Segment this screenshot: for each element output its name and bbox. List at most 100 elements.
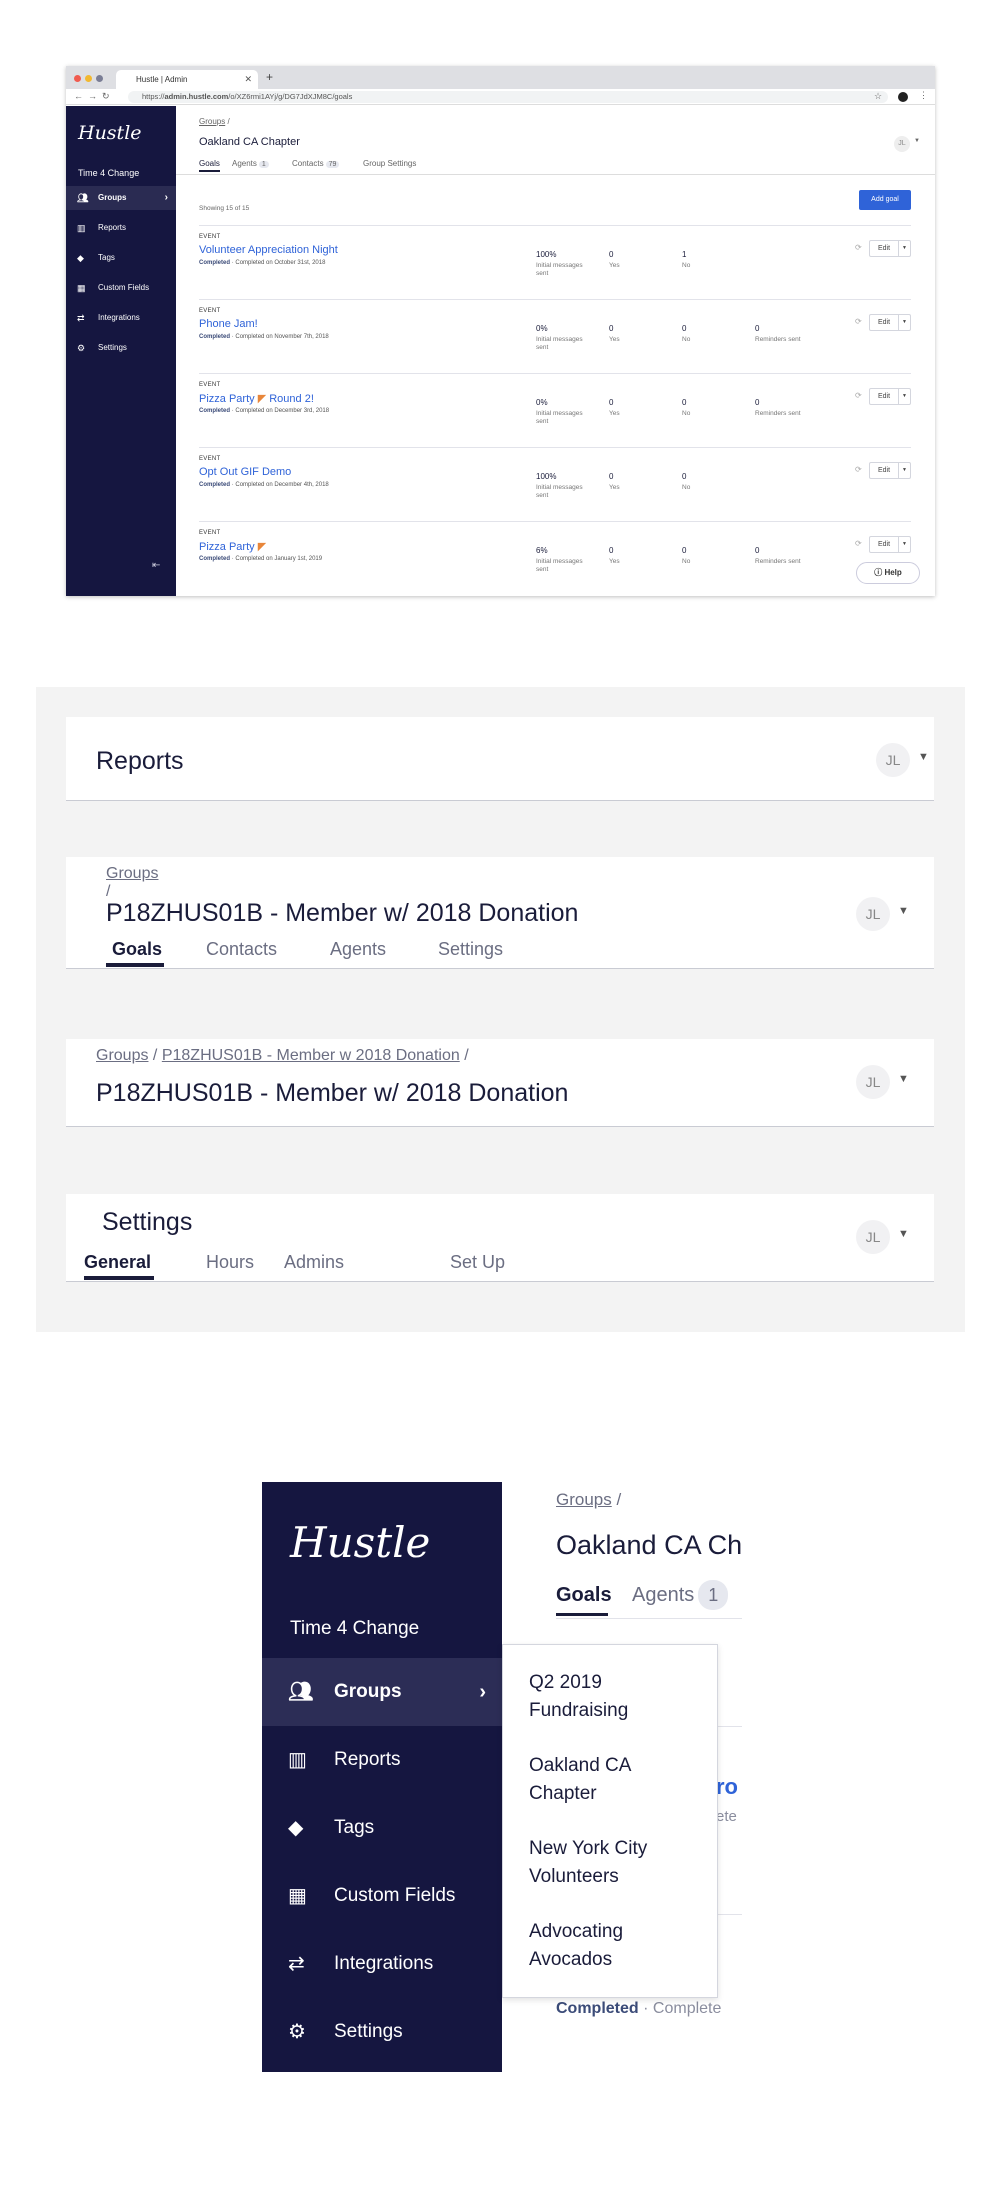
tab-set-up[interactable]: Set Up <box>450 1252 505 1273</box>
breadcrumb-separator: / <box>616 1490 622 1509</box>
new-tab-icon[interactable]: + <box>266 70 273 84</box>
chevron-right-icon: › <box>164 192 168 203</box>
caret-down-icon[interactable]: ▼ <box>898 389 910 404</box>
stat-no: 1 No <box>682 250 690 270</box>
goal-name-link[interactable]: Phone Jam! <box>199 318 258 330</box>
tab-contacts[interactable]: Contacts <box>206 939 277 960</box>
caret-down-icon[interactable]: ▼ <box>898 241 910 256</box>
avatar[interactable]: JL <box>856 1065 890 1099</box>
goal-name-link[interactable]: Volunteer Appreciation Night <box>199 244 338 256</box>
back-icon[interactable]: ← <box>74 91 83 101</box>
sidebar-item-integrations[interactable]: ⇄ Integrations <box>262 1930 502 1998</box>
settings-header: Settings JL ▼ General Hours Admins Set U… <box>66 1194 934 1282</box>
edit-button[interactable]: Edit ▼ <box>869 462 911 479</box>
browser-tab[interactable]: Hustle | Admin ✕ <box>116 70 258 89</box>
status-label: Completed <box>199 334 231 340</box>
sidebar-item-settings[interactable]: ⚙ Settings <box>262 1998 502 2066</box>
sidebar-item-reports[interactable]: ▥ Reports <box>262 1726 502 1794</box>
bookmark-star-icon[interactable]: ☆ <box>874 91 882 102</box>
sidebar-item-tags[interactable]: ◆ Tags <box>262 1794 502 1862</box>
caret-down-icon[interactable]: ▼ <box>898 463 910 478</box>
bar-chart-icon: ▥ <box>77 223 86 233</box>
caret-down-icon[interactable]: ▼ <box>898 315 910 330</box>
refresh-icon[interactable]: ⟳ <box>855 539 862 548</box>
maximize-window-dot[interactable] <box>96 75 103 82</box>
separator: · <box>231 334 234 340</box>
tab-agents[interactable]: Agents 1 <box>632 1580 729 1610</box>
forward-icon[interactable]: → <box>88 91 97 101</box>
caret-down-icon[interactable]: ▼ <box>918 751 929 763</box>
goal-name-link[interactable]: Pizza Party ◤ <box>199 540 266 553</box>
minimize-window-dot[interactable] <box>85 75 92 82</box>
refresh-icon[interactable]: ⟳ <box>855 317 862 326</box>
dropdown-item-group[interactable]: New York City Volunteers <box>529 1835 699 1891</box>
refresh-icon[interactable]: ⟳ <box>855 243 862 252</box>
avatar[interactable]: JL <box>894 136 910 152</box>
close-window-dot[interactable] <box>74 75 81 82</box>
stat-label: Initial messages <box>536 410 583 417</box>
sidebar-item-groups[interactable]: 👥︎ Groups › <box>66 186 176 210</box>
refresh-icon[interactable]: ⟳ <box>855 465 862 474</box>
sidebar-item-integrations[interactable]: ⇄ Integrations <box>66 306 176 330</box>
avatar[interactable]: JL <box>876 743 910 777</box>
caret-down-icon[interactable]: ▼ <box>898 905 909 917</box>
sidebar-item-settings[interactable]: ⚙ Settings <box>66 336 176 360</box>
collapse-sidebar-icon[interactable]: ⇤ <box>152 560 160 571</box>
edit-button[interactable]: Edit ▼ <box>869 536 911 553</box>
sidebar-item-reports[interactable]: ▥ Reports <box>66 216 176 240</box>
avatar[interactable]: JL <box>856 897 890 931</box>
goal-type: EVENT <box>199 234 221 240</box>
tab-label: Agents <box>232 159 257 168</box>
breadcrumb-groups-link[interactable]: Groups <box>556 1490 612 1509</box>
stat-value: 0 <box>609 546 614 555</box>
stat-value: 0% <box>536 324 548 333</box>
breadcrumb-groups-link[interactable]: Groups <box>106 865 158 882</box>
tab-agents[interactable]: Agents 1 <box>232 159 269 168</box>
sidebar-item-groups[interactable]: 👥︎ Groups › <box>262 1658 502 1726</box>
breadcrumb-groups-link[interactable]: Groups <box>96 1047 148 1064</box>
help-button[interactable]: ⓘ Help <box>856 562 920 584</box>
dropdown-item-group[interactable]: Advocating Avocados <box>529 1918 699 1974</box>
tab-hours[interactable]: Hours <box>206 1252 254 1273</box>
edit-button[interactable]: Edit ▼ <box>869 314 911 331</box>
breadcrumb-groups-link[interactable]: Groups <box>199 117 225 126</box>
address-bar[interactable]: https://admin.hustle.com/o/XZ6rmi1AYj/g/… <box>128 91 888 103</box>
sidebar-item-label: Groups <box>98 193 127 202</box>
tab-contacts[interactable]: Contacts 79 <box>292 159 340 168</box>
refresh-icon[interactable]: ⟳ <box>855 391 862 400</box>
sidebar-item-custom-fields[interactable]: ▦ Custom Fields <box>262 1862 502 1930</box>
goal-name-link[interactable]: Pizza Party ◤ Round 2! <box>199 392 314 405</box>
tab-general[interactable]: General <box>84 1252 151 1273</box>
caret-down-icon[interactable]: ▼ <box>914 138 920 144</box>
sidebar-item-label: Integrations <box>98 313 140 322</box>
tab-goals[interactable]: Goals <box>112 939 162 960</box>
tab-agents[interactable]: Agents <box>330 939 386 960</box>
tab-settings[interactable]: Settings <box>438 939 503 960</box>
caret-down-icon[interactable]: ▼ <box>898 1228 909 1240</box>
sidebar-item-custom-fields[interactable]: ▦ Custom Fields <box>66 276 176 300</box>
tab-admins[interactable]: Admins <box>284 1252 344 1273</box>
browser-menu-icon[interactable]: ⋮ <box>919 90 928 101</box>
avatar[interactable]: JL <box>856 1220 890 1254</box>
profile-avatar[interactable] <box>898 92 908 102</box>
stat-value: 0 <box>755 324 760 333</box>
add-goal-button[interactable]: Add goal <box>859 190 911 210</box>
reload-icon[interactable]: ↻ <box>102 91 110 102</box>
dropdown-item-group[interactable]: Oakland CA Chapter <box>529 1752 699 1808</box>
sidebar-item-tags[interactable]: ◆ Tags <box>66 246 176 270</box>
tab-goals[interactable]: Goals <box>556 1584 612 1607</box>
stat-value: 0% <box>536 398 548 407</box>
breadcrumb-group-link[interactable]: P18ZHUS01B - Member w 2018 Donation <box>162 1047 460 1064</box>
url-path: /o/XZ6rmi1AYj/g/DG7JdXJM8C/goals <box>228 92 353 101</box>
goal-name-link[interactable]: Opt Out GIF Demo <box>199 466 291 478</box>
goal-name-link[interactable]: ro <box>716 1774 738 1800</box>
tab-group-settings[interactable]: Group Settings <box>363 159 416 168</box>
edit-button[interactable]: Edit ▼ <box>869 240 911 257</box>
tab-close-icon[interactable]: ✕ <box>244 70 252 89</box>
goal-type: EVENT <box>199 308 221 314</box>
edit-button[interactable]: Edit ▼ <box>869 388 911 405</box>
dropdown-item-group[interactable]: Q2 2019 Fundraising <box>529 1669 699 1725</box>
caret-down-icon[interactable]: ▼ <box>898 1073 909 1085</box>
caret-down-icon[interactable]: ▼ <box>898 537 910 552</box>
tab-goals[interactable]: Goals <box>199 159 220 172</box>
